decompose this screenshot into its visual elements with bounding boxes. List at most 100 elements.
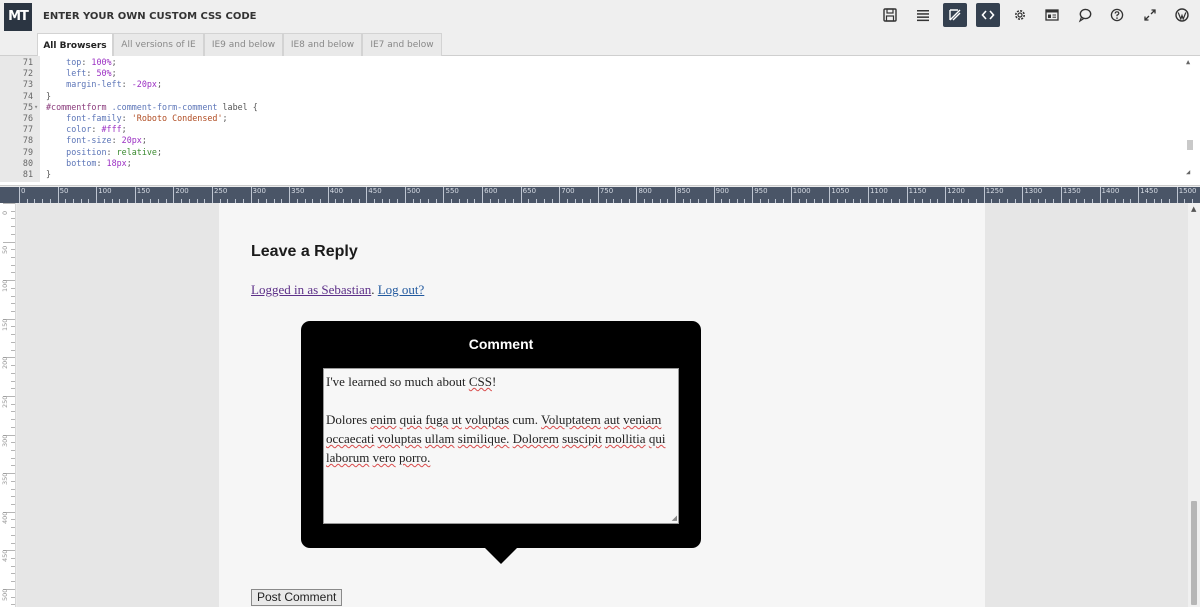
ruler-tick <box>11 311 15 313</box>
comment-bubble: Comment I've learned so much about CSS! … <box>301 321 701 564</box>
ruler-label: 750 <box>599 187 614 195</box>
ruler-tick <box>211 187 213 203</box>
ruler-tick <box>11 534 15 536</box>
ruler-tick <box>11 565 15 567</box>
line-number: 71 <box>22 57 33 67</box>
ruler-label: 500 <box>1 588 9 601</box>
ruler-tick <box>1138 187 1140 203</box>
speech-bubble-icon[interactable] <box>1073 3 1097 27</box>
line-number: 72 <box>22 68 33 79</box>
css-code-editor[interactable]: 71 top: 100%; 72 left: 50%; 73 margin-left… <box>0 56 1200 182</box>
ruler-label: 350 <box>1 472 9 486</box>
misspelled-word: ut <box>451 412 462 427</box>
ruler-tick <box>11 210 15 212</box>
ruler-tick <box>867 187 869 203</box>
browser-tabs: All Browsers All versions of IE IE9 and … <box>0 33 1200 57</box>
ruler-label: 350 <box>291 187 305 195</box>
fullscreen-icon[interactable] <box>1138 3 1162 27</box>
tab-ie9[interactable]: IE9 and below <box>204 33 283 56</box>
logged-in-link[interactable]: Logged in as Sebastian <box>251 282 371 297</box>
layout-list-icon[interactable] <box>911 3 935 27</box>
code-pen-icon[interactable] <box>943 3 968 27</box>
tab-all-browsers[interactable]: All Browsers <box>37 33 113 57</box>
code-line[interactable]: font-size: 20px; <box>46 135 147 146</box>
tab-ie8[interactable]: IE8 and below <box>283 33 362 56</box>
ruler-tick <box>675 187 677 203</box>
code-line[interactable]: top: 100%; <box>46 57 116 68</box>
ruler-tick <box>1176 187 1178 203</box>
editor-scroll-thumb[interactable] <box>1187 140 1193 150</box>
ruler-label: 50 <box>59 187 69 195</box>
code-line[interactable]: bottom: 18px; <box>46 158 132 169</box>
line-number: 75 <box>22 101 33 112</box>
fold-toggle-icon[interactable]: ▾ <box>34 102 38 113</box>
settings-gear-icon[interactable] <box>1008 3 1032 27</box>
ruler-tick <box>11 488 15 490</box>
ruler-tick <box>96 187 98 203</box>
code-line[interactable]: left: 50%; <box>46 68 116 79</box>
ruler-label: 450 <box>368 187 382 195</box>
ruler-tick <box>11 365 15 367</box>
comment-textarea[interactable]: I've learned so much about CSS! Dolores … <box>323 368 679 524</box>
ruler-label: 550 <box>445 187 459 195</box>
help-icon[interactable] <box>1105 3 1129 27</box>
line-number: 76 <box>22 113 33 123</box>
code-line[interactable]: font-family: 'Roboto Condensed'; <box>46 113 227 124</box>
ruler-label: 650 <box>522 187 537 195</box>
comment-paragraph-2: Dolores enim quia fuga ut voluptas cum. … <box>326 412 666 465</box>
ruler-tick <box>11 349 15 351</box>
ruler-tick <box>983 187 985 203</box>
code-line[interactable]: } <box>46 169 51 180</box>
ruler-label: 1300 <box>1024 187 1043 195</box>
toolbar <box>870 3 1194 27</box>
code-brackets-icon[interactable] <box>975 3 1000 27</box>
logout-link[interactable]: Log out? <box>378 282 425 297</box>
code-line[interactable]: } <box>46 91 51 102</box>
ruler-label: 100 <box>1 279 9 293</box>
ruler-tick <box>11 426 15 428</box>
code-line[interactable]: position: relative; <box>46 147 162 158</box>
resize-grip-icon[interactable]: ◢ <box>1186 168 1190 176</box>
misspelled-word: voluptas <box>377 431 422 446</box>
ruler-tick <box>57 187 59 203</box>
ruler-tick <box>11 303 15 305</box>
ruler-tick <box>11 334 15 336</box>
line-number: 78 <box>22 135 33 146</box>
tab-ie7[interactable]: IE7 and below <box>362 33 442 56</box>
misspelled-word: suscipit <box>562 431 602 446</box>
preview-scroll-thumb[interactable] <box>1191 501 1197 605</box>
misspelled-word: veniam <box>623 412 662 427</box>
ruler-label: 250 <box>213 187 228 195</box>
code-line[interactable]: color: #fff; <box>46 124 127 135</box>
code-line[interactable]: margin-left: -20px; <box>46 79 162 90</box>
line-number: 77 <box>22 124 33 135</box>
editor-resize-divider[interactable] <box>0 182 1200 186</box>
ruler-tick <box>11 504 15 505</box>
ruler-tick <box>597 187 599 203</box>
scroll-up-arrow-icon[interactable]: ▲ <box>1186 58 1190 66</box>
ruler-label: 700 <box>561 187 575 195</box>
tab-all-ie[interactable]: All versions of IE <box>113 33 204 56</box>
ruler-label: 100 <box>98 187 112 195</box>
preview-scrollbar[interactable]: ▲ <box>1188 203 1200 607</box>
line-number: 79 <box>22 146 33 157</box>
scroll-up-arrow-icon[interactable]: ▲ <box>1191 205 1196 213</box>
app-title: ENTER YOUR OWN CUSTOM CSS CODE <box>43 11 257 22</box>
ruler-label: 200 <box>175 187 189 195</box>
ruler-label: 400 <box>1 511 9 524</box>
textarea-resize-icon[interactable]: ◢ <box>672 515 677 522</box>
ruler-label: 1200 <box>947 187 965 195</box>
ruler-tick <box>3 203 15 204</box>
ruler-label: 1100 <box>869 187 888 195</box>
editor-scrollbar[interactable]: ▲ ◢ <box>1186 58 1194 178</box>
ruler-tick <box>11 411 15 413</box>
wordpress-icon[interactable] <box>1170 3 1194 27</box>
code-line[interactable]: #commentform .comment-form-comment label… <box>46 102 258 113</box>
comment-paragraph-1: I've learned so much about CSS! <box>326 374 497 389</box>
ruler-label: 950 <box>754 187 768 195</box>
post-comment-button[interactable]: Post Comment <box>251 589 343 606</box>
page-layout-icon[interactable] <box>1040 3 1064 27</box>
save-icon[interactable] <box>878 3 902 27</box>
ruler-tick <box>11 496 15 498</box>
ruler-tick <box>11 257 15 259</box>
